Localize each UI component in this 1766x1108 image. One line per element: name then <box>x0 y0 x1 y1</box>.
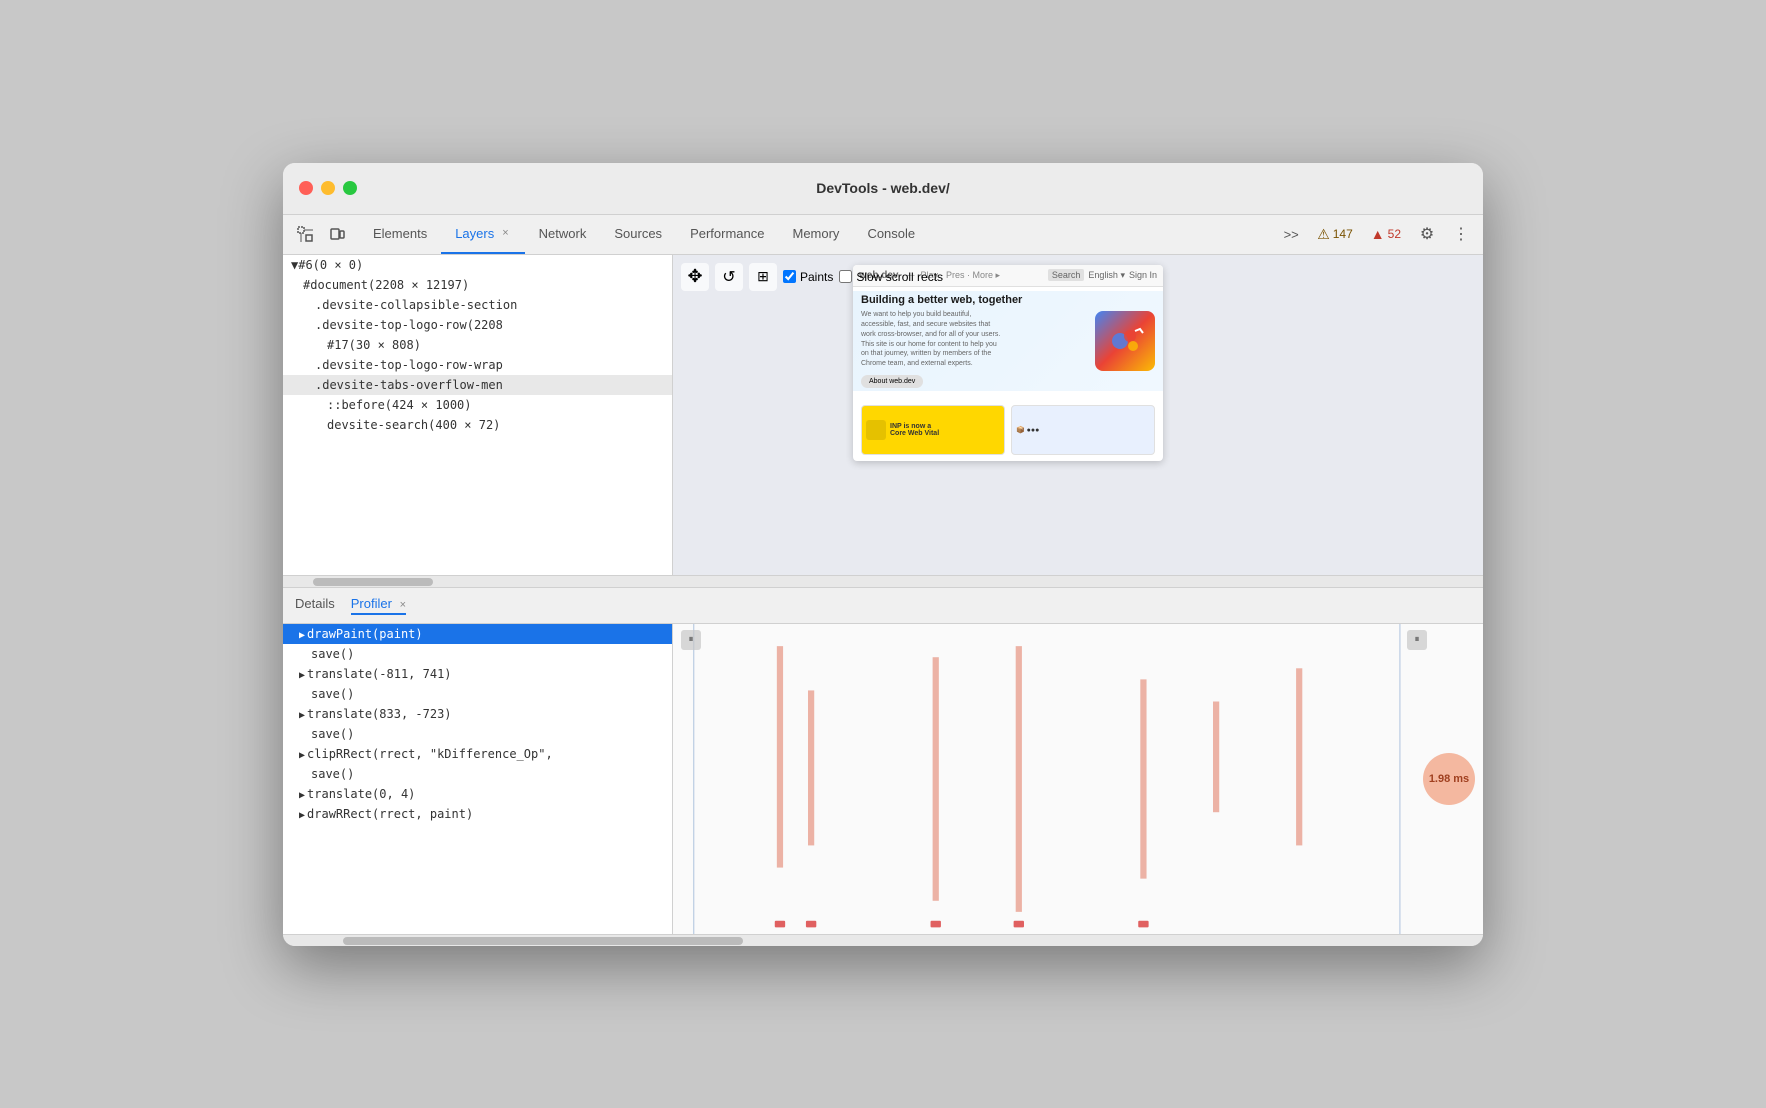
preview-cta: About web.dev <box>861 375 923 388</box>
bottom-panel: Details Profiler × ▶drawPaint(paint) sav… <box>283 587 1483 946</box>
layer-toolbar: ✥ ↺ ⊞ Paints Slow scroll rects <box>681 263 943 291</box>
preview-hero-image <box>1095 311 1155 371</box>
layer-item-logo-row[interactable]: .devsite-top-logo-row(2208 <box>283 315 672 335</box>
window-controls <box>299 181 357 195</box>
tab-memory[interactable]: Memory <box>778 215 853 254</box>
minimize-button[interactable] <box>321 181 335 195</box>
fit-tool-button[interactable]: ⊞ <box>749 263 777 291</box>
inspector-icon[interactable] <box>291 220 319 248</box>
preview-hero-text: Building a better web, together We want … <box>861 293 1022 388</box>
layer-item-document[interactable]: #document(2208 × 12197) <box>283 275 672 295</box>
error-icon: ▲ <box>1371 226 1385 242</box>
tab-layers[interactable]: Layers × <box>441 215 524 254</box>
warning-count: 147 <box>1333 227 1353 241</box>
preview-card-2: 📦 ●●● <box>1011 405 1155 455</box>
tree-item-translate-2[interactable]: ▶translate(833, -723) <box>283 704 672 724</box>
tab-bar-tools <box>291 215 351 254</box>
close-button[interactable] <box>299 181 313 195</box>
tab-layers-close[interactable]: × <box>500 225 510 241</box>
title-bar: DevTools - web.dev/ <box>283 163 1483 215</box>
tab-network[interactable]: Network <box>525 215 601 254</box>
menu-icon[interactable]: ⋮ <box>1447 220 1475 248</box>
timeline-pause-left[interactable]: ⏸ <box>681 630 701 650</box>
more-tabs-button[interactable]: >> <box>1277 220 1305 248</box>
layer-item-17[interactable]: #17(30 × 808) <box>283 335 672 355</box>
tab-details[interactable]: Details <box>295 596 335 615</box>
layer-item-collapsible[interactable]: .devsite-collapsible-section <box>283 295 672 315</box>
layers-scrollbar-thumb[interactable] <box>313 578 433 586</box>
main-area: ▼#6(0 × 0) #document(2208 × 12197) .devs… <box>283 255 1483 575</box>
profiler-scrollbar-thumb[interactable] <box>343 937 743 945</box>
layer-item-tabs-overflow[interactable]: .devsite-tabs-overflow-men <box>283 375 672 395</box>
layer-item-search[interactable]: devsite-search(400 × 72) <box>283 415 672 435</box>
maximize-button[interactable] <box>343 181 357 195</box>
paints-checkbox-input[interactable] <box>783 270 796 283</box>
tree-item-drawrrect[interactable]: ▶drawRRect(rrect, paint) <box>283 804 672 824</box>
tab-bar: Elements Layers × Network Sources Perfor… <box>283 215 1483 255</box>
layers-scrollbar[interactable] <box>283 575 1483 587</box>
profiler-timeline: ⏸ ⏸ 1.98 ms <box>673 624 1483 934</box>
preview-hero: Building a better web, together We want … <box>853 291 1163 391</box>
devtools-window: DevTools - web.dev/ Elements <box>283 163 1483 946</box>
preview-card-1: INP is now aCore Web Vital <box>861 405 1005 455</box>
warning-badge[interactable]: ⚠ 147 <box>1311 224 1359 245</box>
timeline-pause-right[interactable]: ⏸ <box>1407 630 1427 650</box>
window-title: DevTools - web.dev/ <box>816 180 950 196</box>
rotate-tool-button[interactable]: ↺ <box>715 263 743 291</box>
layer-item-root[interactable]: ▼#6(0 × 0) <box>283 255 672 275</box>
slow-scroll-checkbox[interactable]: Slow scroll rects <box>839 270 943 284</box>
layer-preview: ✥ ↺ ⊞ Paints Slow scroll rects <box>673 255 1483 575</box>
webpage-preview: web.dev — Play · Pres · More ▸ Search En… <box>853 265 1163 461</box>
tree-item-save-2[interactable]: save() <box>283 684 672 704</box>
error-badge[interactable]: ▲ 52 <box>1365 224 1407 244</box>
device-toolbar-icon[interactable] <box>323 220 351 248</box>
bottom-tabs: Details Profiler × <box>283 588 1483 624</box>
timeline-svg <box>673 624 1483 934</box>
timer-badge: 1.98 ms <box>1423 753 1475 805</box>
tab-profiler[interactable]: Profiler × <box>351 596 406 615</box>
tree-item-save-4[interactable]: save() <box>283 764 672 784</box>
profiler-tree[interactable]: ▶drawPaint(paint) save() ▶translate(-811… <box>283 624 673 934</box>
pan-tool-button[interactable]: ✥ <box>681 263 709 291</box>
layer-item-logo-row-wrap[interactable]: .devsite-top-logo-row-wrap <box>283 355 672 375</box>
tab-bar-right: >> ⚠ 147 ▲ 52 ⚙ ⋮ <box>1277 215 1475 254</box>
profiler-tab-close[interactable]: × <box>400 599 406 611</box>
slow-scroll-checkbox-input[interactable] <box>839 270 852 283</box>
paints-checkbox[interactable]: Paints <box>783 270 833 284</box>
layers-panel[interactable]: ▼#6(0 × 0) #document(2208 × 12197) .devs… <box>283 255 673 575</box>
preview-cards: INP is now aCore Web Vital 📦 ●●● <box>853 399 1163 461</box>
tree-item-cliprrect[interactable]: ▶clipRRect(rrect, "kDifference_Op", <box>283 744 672 764</box>
layer-item-before[interactable]: ::before(424 × 1000) <box>283 395 672 415</box>
tab-performance[interactable]: Performance <box>676 215 778 254</box>
settings-icon[interactable]: ⚙ <box>1413 220 1441 248</box>
tree-item-drawpaint[interactable]: ▶drawPaint(paint) <box>283 624 672 644</box>
profiler-scrollbar[interactable] <box>283 934 1483 946</box>
tab-sources[interactable]: Sources <box>600 215 676 254</box>
tabs-container: Elements Layers × Network Sources Perfor… <box>359 215 1277 254</box>
tree-item-translate-1[interactable]: ▶translate(-811, 741) <box>283 664 672 684</box>
profiler-area: ▶drawPaint(paint) save() ▶translate(-811… <box>283 624 1483 934</box>
warning-icon: ⚠ <box>1317 226 1330 243</box>
tab-console[interactable]: Console <box>853 215 929 254</box>
error-count: 52 <box>1388 227 1401 241</box>
tree-item-save-1[interactable]: save() <box>283 644 672 664</box>
tree-item-save-3[interactable]: save() <box>283 724 672 744</box>
tab-elements[interactable]: Elements <box>359 215 441 254</box>
tree-item-translate-3[interactable]: ▶translate(0, 4) <box>283 784 672 804</box>
